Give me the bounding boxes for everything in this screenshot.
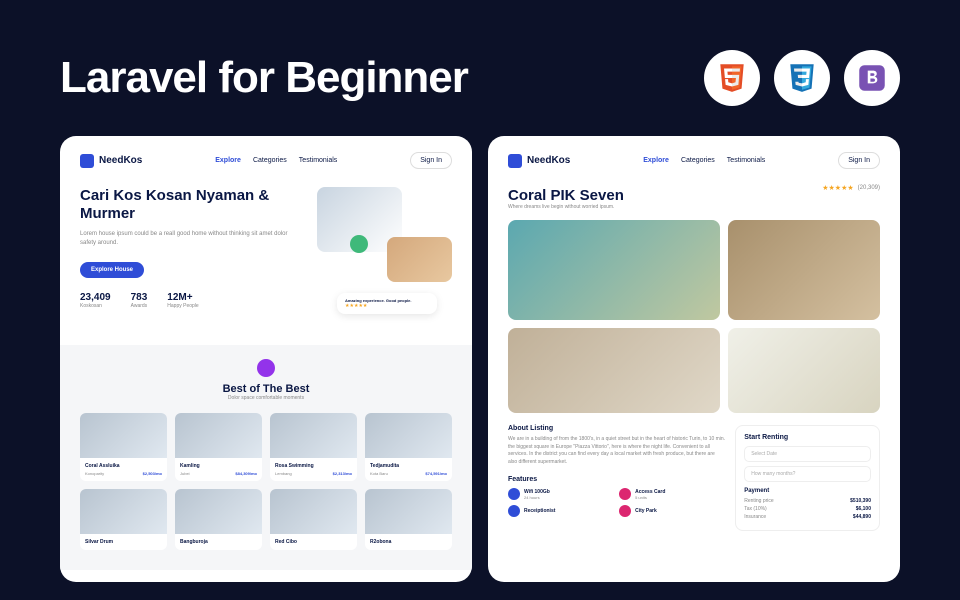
- feature-access: Access Card5 units: [619, 488, 725, 500]
- explore-house-button[interactable]: Explore House: [80, 262, 144, 278]
- features-title: Features: [508, 476, 725, 483]
- feature-reception: Receiptionist: [508, 505, 614, 517]
- listing-card[interactable]: Silvar Drum: [80, 489, 167, 550]
- payment-title: Payment: [744, 488, 871, 494]
- gallery-image-4[interactable]: [728, 328, 880, 413]
- stat-koskosan: 23,409: [80, 292, 111, 303]
- nav-explore[interactable]: Explore: [215, 157, 241, 164]
- listing-card[interactable]: TedjamuditaKota Baru$74,591/mo: [365, 413, 452, 481]
- months-input[interactable]: How many months?: [744, 466, 871, 482]
- section-title: Best of The Best: [80, 383, 452, 395]
- card-icon: [619, 488, 631, 500]
- listing-card[interactable]: R2obona: [365, 489, 452, 550]
- listing-card[interactable]: Rosa SwimmingLembang$2,313/mo: [270, 413, 357, 481]
- nav-categories[interactable]: Categories: [253, 157, 287, 164]
- homepage-card: NeedKos Explore Categories Testimonials …: [60, 136, 472, 582]
- rent-title: Start Renting: [744, 434, 871, 441]
- listing-subtitle: Where dreams live begin without worried …: [508, 204, 880, 210]
- hero-title: Cari Kos Kosan Nyaman & Murmer: [80, 187, 290, 223]
- gallery-image-main[interactable]: [508, 220, 720, 320]
- gallery-image-2[interactable]: [728, 220, 880, 320]
- logo[interactable]: NeedKos: [508, 154, 570, 168]
- hero-subtitle: Lorem house ipsum could be a reall good …: [80, 230, 290, 248]
- listing-card[interactable]: Red Cibo: [270, 489, 357, 550]
- listing-card[interactable]: KamlingJubei$84,309/mo: [175, 413, 262, 481]
- nav-explore[interactable]: Explore: [643, 157, 669, 164]
- tree-icon: [619, 505, 631, 517]
- tech-icons: [704, 50, 900, 106]
- rating-count: (20,309): [858, 185, 880, 191]
- person-icon: [508, 505, 520, 517]
- hero-image-2: [387, 237, 452, 282]
- rent-form: Start Renting Select Date How many month…: [735, 425, 880, 531]
- nav-bar: NeedKos Explore Categories Testimonials …: [80, 152, 452, 169]
- nav-bar: NeedKos Explore Categories Testimonials …: [508, 152, 880, 169]
- testimonial-card: Amazing experience. Good people. ★★★★★: [337, 293, 437, 314]
- stat-happy: 12M+: [167, 292, 198, 303]
- detail-card: NeedKos Explore Categories Testimonials …: [488, 136, 900, 582]
- about-title: About Listing: [508, 425, 725, 432]
- css3-icon: [774, 50, 830, 106]
- nav-testimonials[interactable]: Testimonials: [299, 157, 338, 164]
- bootstrap-icon: [844, 50, 900, 106]
- section-subtitle: Dolor space comfortable moments: [80, 395, 452, 401]
- secure-badge-icon: [350, 235, 368, 253]
- logo-icon: [508, 154, 522, 168]
- listing-card[interactable]: Coral AssluikaKonoparity$2,503/mo: [80, 413, 167, 481]
- feature-wifi: Wifi 100Gb24 hours: [508, 488, 614, 500]
- page-title: Laravel for Beginner: [60, 53, 468, 103]
- gallery-image-3[interactable]: [508, 328, 720, 413]
- star-icon: ★★★★★: [345, 303, 429, 309]
- signin-button[interactable]: Sign In: [838, 152, 880, 169]
- star-icon: ★★★★★: [822, 184, 853, 192]
- nav-testimonials[interactable]: Testimonials: [727, 157, 766, 164]
- section-icon: [257, 359, 275, 377]
- date-input[interactable]: Select Date: [744, 446, 871, 462]
- nav-categories[interactable]: Categories: [681, 157, 715, 164]
- feature-park: City Park: [619, 505, 725, 517]
- signin-button[interactable]: Sign In: [410, 152, 452, 169]
- wifi-icon: [508, 488, 520, 500]
- logo-icon: [80, 154, 94, 168]
- about-text: We are in a building of from the 1800's,…: [508, 436, 725, 466]
- listing-card[interactable]: Bangburoja: [175, 489, 262, 550]
- logo[interactable]: NeedKos: [80, 154, 142, 168]
- stat-awards: 783: [131, 292, 148, 303]
- html5-icon: [704, 50, 760, 106]
